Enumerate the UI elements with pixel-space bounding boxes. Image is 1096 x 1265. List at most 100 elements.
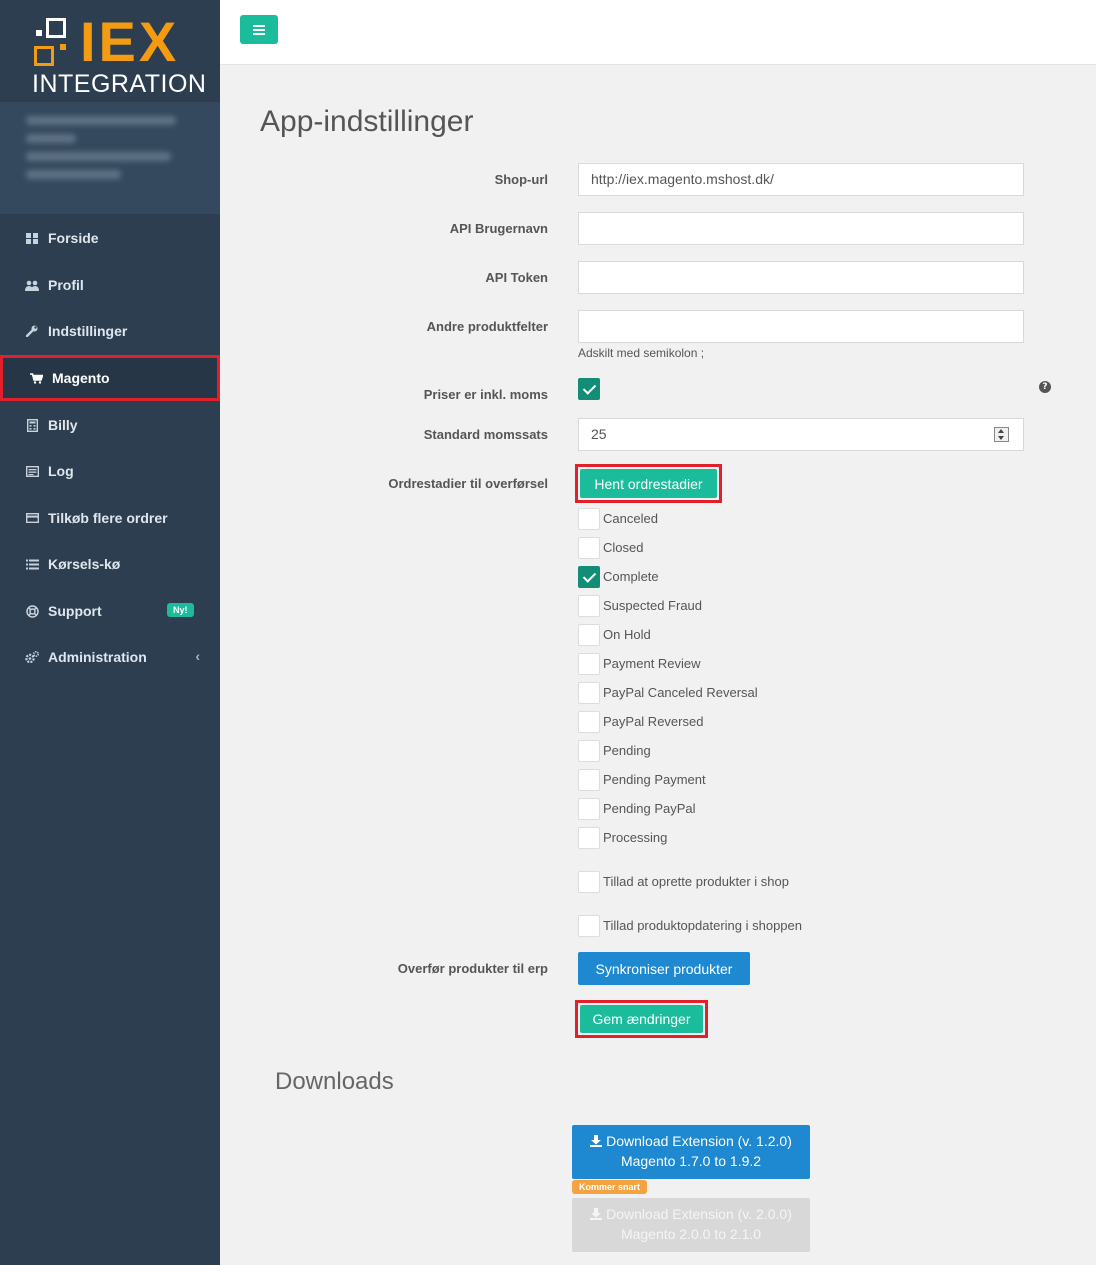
order-state-checkbox-pending[interactable]: [578, 740, 600, 762]
order-state-label: PayPal Canceled Reversal: [603, 685, 758, 700]
menu-toggle-button[interactable]: [240, 15, 278, 44]
logo-dot-icon: [36, 30, 42, 36]
order-state-label: Processing: [603, 830, 668, 845]
hamburger-icon: [253, 24, 265, 35]
sidebar-item-label: Profil: [48, 277, 84, 293]
order-state-checkbox-closed[interactable]: [578, 537, 600, 559]
sidebar-item-support[interactable]: Support Ny!: [0, 588, 220, 634]
order-state-label: Pending PayPal: [603, 801, 696, 816]
order-state-label: Payment Review: [603, 656, 701, 671]
order-state-checkbox-pending-payment[interactable]: [578, 769, 600, 791]
shop-url-input[interactable]: http://iex.magento.mshost.dk/: [578, 163, 1024, 196]
sidebar-item-label: Magento: [52, 370, 110, 386]
chevron-left-icon: ‹: [195, 648, 200, 664]
sidebar-item-administration[interactable]: Administration ‹: [0, 634, 220, 680]
coming-soon-badge: Kommer snart: [572, 1180, 648, 1194]
order-state-checkbox-on-hold[interactable]: [578, 624, 600, 646]
new-badge: Ny!: [167, 603, 194, 617]
fetch-order-states-button[interactable]: Hent ordrestadier: [580, 469, 717, 498]
blurred-user-info: [26, 152, 171, 161]
vat-rate-label: Standard momssats: [423, 427, 548, 442]
download-line-2: Magento 2.0.0 to 2.1.0: [620, 1226, 762, 1242]
download-extension-2-button: Download Extension (v. 2.0.0) Magento 2.…: [572, 1198, 810, 1252]
logo-square-icon: [46, 18, 66, 38]
sidebar-item-label: Log: [48, 463, 74, 479]
vat-rate-input[interactable]: 25: [578, 418, 1024, 451]
sync-products-button[interactable]: Synkroniser produkter: [578, 952, 750, 985]
logo-sub-text: INTEGRATION: [32, 70, 207, 98]
sidebar-item-label: Indstillinger: [48, 323, 128, 339]
api-token-input[interactable]: [578, 261, 1024, 294]
allow-create-checkbox[interactable]: [578, 871, 600, 893]
order-state-checkbox-suspected-fraud[interactable]: [578, 595, 600, 617]
log-icon: [25, 464, 39, 478]
order-state-checkbox-payment-review[interactable]: [578, 653, 600, 675]
iex-logo[interactable]: IEX INTEGRATION: [0, 0, 220, 102]
sidebar-item-label: Billy: [48, 417, 78, 433]
download-line-1: Download Extension (v. 1.2.0): [606, 1133, 792, 1149]
sidebar-item-magento[interactable]: Magento: [0, 355, 220, 401]
page-title: App-indstillinger: [260, 105, 474, 138]
sidebar-item-label: Administration: [48, 649, 147, 665]
other-fields-input[interactable]: [578, 310, 1024, 343]
logo-dot-icon: [60, 44, 66, 50]
sidebar-item-profil[interactable]: Profil: [0, 262, 220, 308]
sidebar-item-label: Kørsels-kø: [48, 556, 121, 572]
download-extension-1-button[interactable]: Download Extension (v. 1.2.0) Magento 1.…: [572, 1125, 810, 1179]
sidebar-item-indstillinger[interactable]: Indstillinger: [0, 308, 220, 354]
other-fields-label: Andre produktfelter: [426, 319, 548, 334]
cart-icon: [29, 371, 43, 385]
order-state-checkbox-complete[interactable]: [578, 566, 600, 588]
download-icon: [590, 1208, 603, 1220]
order-state-label: Pending: [603, 743, 651, 758]
sidebar-item-log[interactable]: Log: [0, 448, 220, 494]
download-line-2: Magento 1.7.0 to 1.9.2: [620, 1153, 762, 1169]
users-icon: [25, 278, 39, 292]
topbar: [220, 0, 1096, 65]
lifebuoy-icon: [25, 604, 39, 618]
logo-main-text: IEX: [80, 10, 180, 73]
api-user-label: API Brugernavn: [449, 221, 548, 236]
save-button[interactable]: Gem ændringer: [580, 1005, 703, 1033]
sidebar-item-tilkob[interactable]: Tilkøb flere ordrer: [0, 495, 220, 541]
order-states-label: Ordrestadier til overførsel: [388, 476, 548, 491]
blurred-user-info: [26, 170, 121, 179]
sidebar-item-label: Support: [48, 603, 102, 619]
allow-update-checkbox[interactable]: [578, 915, 600, 937]
order-state-label: Suspected Fraud: [603, 598, 703, 613]
sidebar-item-billy[interactable]: Billy: [0, 402, 220, 448]
order-state-checkbox-processing[interactable]: [578, 827, 600, 849]
logo-square-icon: [34, 46, 54, 66]
sidebar-item-label: Forside: [48, 230, 99, 246]
dashboard-icon: [25, 231, 39, 245]
sidebar-item-korsels-ko[interactable]: Kørsels-kø: [0, 541, 220, 587]
sidebar-item-label: Tilkøb flere ordrer: [48, 510, 168, 526]
sidebar-item-forside[interactable]: Forside: [0, 215, 220, 261]
order-state-checkbox-paypal-reversed[interactable]: [578, 711, 600, 733]
order-state-checkbox-canceled[interactable]: [578, 508, 600, 530]
cogs-icon: [25, 650, 39, 664]
order-state-label: PayPal Reversed: [603, 714, 704, 729]
blurred-user-info: [26, 134, 76, 143]
allow-create-label: Tillad at oprette produkter i shop: [603, 874, 789, 889]
vat-incl-label: Priser er inkl. moms: [423, 387, 548, 402]
calculator-icon: [25, 418, 39, 432]
wrench-icon: [25, 324, 39, 338]
order-state-label: Closed: [603, 540, 644, 555]
number-spinner-icon[interactable]: [994, 427, 1009, 442]
order-state-label: Pending Payment: [603, 772, 706, 787]
user-panel: [0, 102, 220, 214]
vat-incl-checkbox[interactable]: [578, 378, 600, 400]
order-state-label: Complete: [603, 569, 659, 584]
other-fields-help: Adskilt med semikolon ;: [578, 346, 705, 360]
help-icon[interactable]: ?: [1039, 381, 1051, 393]
credit-card-icon: [25, 511, 39, 525]
api-token-label: API Token: [485, 270, 548, 285]
order-state-checkbox-paypal-canceled-reversal[interactable]: [578, 682, 600, 704]
blurred-user-info: [26, 116, 176, 125]
api-user-input[interactable]: [578, 212, 1024, 245]
order-state-checkbox-pending-paypal[interactable]: [578, 798, 600, 820]
allow-update-label: Tillad produktopdatering i shoppen: [603, 918, 802, 933]
downloads-title: Downloads: [275, 1068, 394, 1095]
list-icon: [25, 557, 39, 571]
